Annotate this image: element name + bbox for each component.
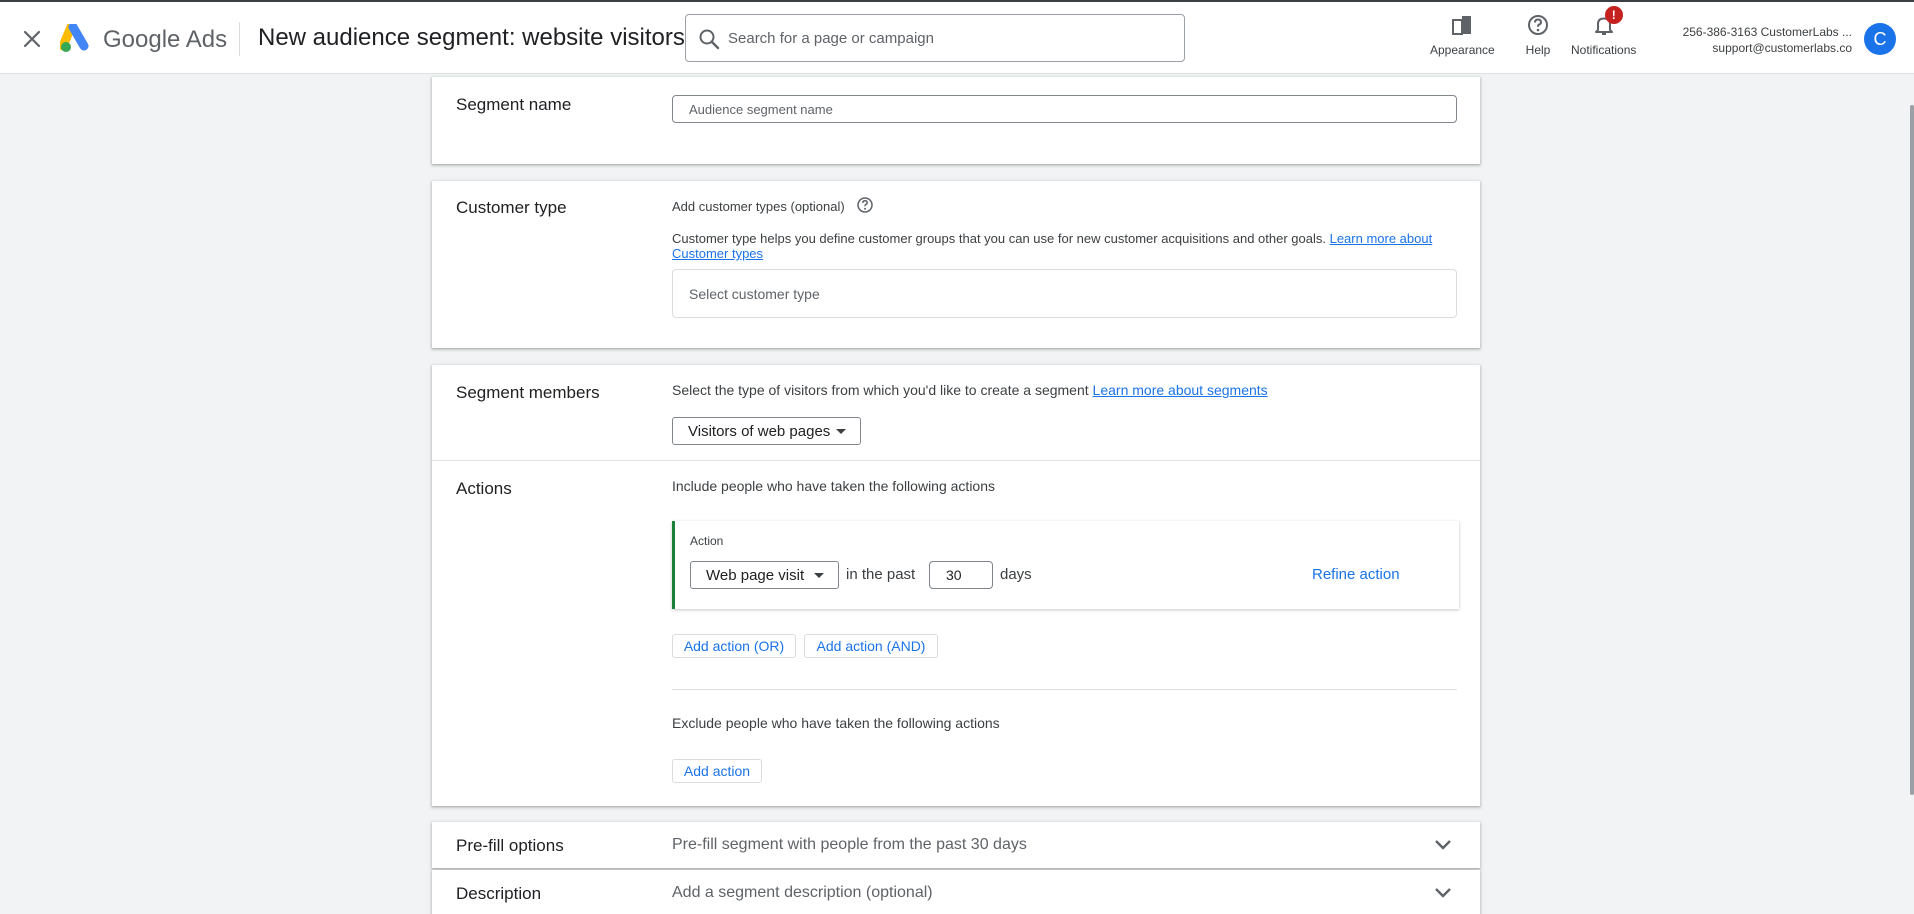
customer-type-help-text: Customer type helps you define customer … <box>672 231 1326 246</box>
account-name: 256-386-3163 CustomerLabs ... <box>1682 25 1852 39</box>
segment-name-title: Segment name <box>456 95 572 114</box>
search-icon <box>698 28 720 50</box>
appearance-button[interactable]: Appearance <box>1430 12 1495 62</box>
page-title: New audience segment: website visitors <box>258 24 685 51</box>
notifications-button[interactable]: ! Notifications <box>1571 6 1637 62</box>
customer-type-select[interactable]: Select customer type <box>672 269 1457 318</box>
include-actions-label: Include people who have taken the follow… <box>672 478 995 494</box>
scrollbar-thumb[interactable] <box>1910 105 1914 795</box>
action-row-card: Action Web page visit in the past days R… <box>672 521 1459 609</box>
segment-members-help-text: Select the type of visitors from which y… <box>672 382 1089 398</box>
days-label: days <box>1000 566 1032 583</box>
prefill-options-title: Pre-fill options <box>456 836 564 855</box>
actions-title: Actions <box>456 479 512 498</box>
avatar[interactable]: C <box>1864 23 1896 55</box>
help-label: Help <box>1525 43 1551 57</box>
description-title: Description <box>456 884 542 903</box>
help-button[interactable]: Help <box>1525 12 1551 62</box>
caret-down-icon <box>836 429 846 434</box>
actions-divider <box>672 689 1457 690</box>
days-input[interactable] <box>929 561 993 589</box>
segment-name-input[interactable] <box>672 95 1457 123</box>
action-label: Action <box>690 534 724 548</box>
account-info[interactable]: 256-386-3163 CustomerLabs ... support@cu… <box>1683 24 1852 56</box>
learn-more-customer-types-link-cont[interactable]: Customer types <box>672 246 763 261</box>
prefill-options-row[interactable]: Pre-fill options Pre-fill segment with p… <box>432 822 1480 868</box>
chevron-down-icon[interactable] <box>1434 886 1452 900</box>
segment-members-card: Segment members Select the type of visit… <box>432 365 1480 806</box>
close-icon[interactable] <box>18 25 46 53</box>
appearance-label: Appearance <box>1430 43 1495 57</box>
visitor-type-value: Visitors of web pages <box>688 422 831 440</box>
notifications-label: Notifications <box>1571 43 1637 57</box>
learn-more-segments-link[interactable]: Learn more about segments <box>1093 382 1268 398</box>
search-bar[interactable] <box>685 14 1185 62</box>
customer-type-description: Customer type helps you define customer … <box>672 231 1462 261</box>
action-type-value: Web page visit <box>706 566 805 584</box>
in-the-past-label: in the past <box>846 566 916 583</box>
learn-more-customer-types-link[interactable]: Learn more about <box>1330 231 1433 246</box>
help-circle-icon <box>1525 12 1551 38</box>
segment-members-description: Select the type of visitors from which y… <box>672 382 1268 398</box>
appearance-icon <box>1449 12 1475 38</box>
product-name: Google Ads <box>103 26 228 53</box>
account-email: support@customerlabs.co <box>1712 41 1852 55</box>
customer-type-title: Customer type <box>456 198 567 217</box>
prefill-options-summary: Pre-fill segment with people from the pa… <box>672 836 1027 853</box>
segment-name-card: Segment name <box>432 77 1480 164</box>
bell-icon: ! <box>1591 6 1623 38</box>
search-input[interactable] <box>728 16 1168 60</box>
add-exclude-action-button[interactable]: Add action <box>672 759 762 783</box>
add-customer-types-label: Add customer types (optional) <box>672 199 845 214</box>
header-divider <box>239 22 240 56</box>
top-app-bar: Google Ads New audience segment: website… <box>0 2 1914 74</box>
caret-down-icon <box>814 573 824 578</box>
google-ads-logo <box>58 22 92 54</box>
action-type-dropdown[interactable]: Web page visit <box>690 561 839 589</box>
section-divider <box>432 460 1480 461</box>
notification-badge: ! <box>1604 6 1623 24</box>
exclude-actions-label: Exclude people who have taken the follow… <box>672 715 1000 731</box>
chevron-down-icon[interactable] <box>1434 838 1452 852</box>
add-action-and-button[interactable]: Add action (AND) <box>804 634 938 658</box>
refine-action-button[interactable]: Refine action <box>1312 566 1400 583</box>
segment-members-title: Segment members <box>456 383 600 402</box>
description-summary: Add a segment description (optional) <box>672 884 933 901</box>
add-action-or-button[interactable]: Add action (OR) <box>672 634 796 658</box>
question-circle-icon[interactable] <box>856 196 874 214</box>
customer-type-card: Customer type Add customer types (option… <box>432 181 1480 348</box>
visitor-type-dropdown[interactable]: Visitors of web pages <box>672 417 861 445</box>
description-row[interactable]: Description Add a segment description (o… <box>432 870 1480 914</box>
